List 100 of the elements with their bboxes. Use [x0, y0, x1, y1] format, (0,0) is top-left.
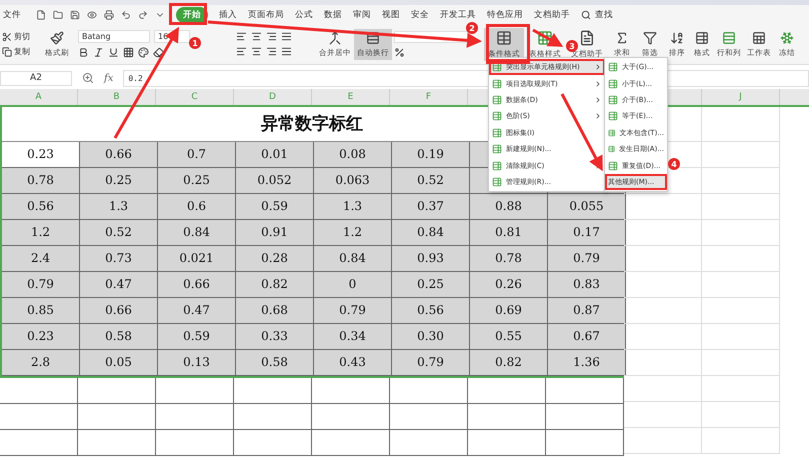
- table-cell: 0.58: [236, 350, 314, 376]
- table-cell: 0.93: [392, 246, 470, 272]
- merge-icon: [328, 30, 342, 44]
- fx-label: fx: [104, 72, 114, 84]
- table-cell: 0.25: [392, 272, 470, 298]
- menu-tab[interactable]: 文档助手: [534, 6, 570, 22]
- table-icon: [695, 30, 709, 44]
- table-cell: 1.3: [80, 194, 158, 220]
- name-box[interactable]: A2: [0, 70, 72, 86]
- sort-icon: [670, 30, 684, 44]
- filter-icon: [643, 30, 657, 44]
- menu-tab[interactable]: 审阅: [353, 6, 371, 22]
- search-button[interactable]: 查找: [595, 8, 613, 20]
- table-cell: 0.59: [158, 324, 236, 350]
- table-cell: 0.37: [392, 194, 470, 220]
- highlight-frame: [486, 24, 530, 64]
- justify-icon: [281, 31, 292, 42]
- table-cell: 0.69: [470, 298, 548, 324]
- new-file-icon: [36, 10, 46, 20]
- search-icon: [581, 10, 591, 20]
- align-left-icon: [236, 46, 247, 57]
- table-cell: 0.84: [392, 220, 470, 246]
- table-cell: 0.56: [392, 298, 470, 324]
- menu-tab[interactable]: 公式: [295, 6, 313, 22]
- table-cell: 0.08: [314, 142, 392, 168]
- table-cell: 0.91: [236, 220, 314, 246]
- align-center-icon: [251, 46, 262, 57]
- font-field[interactable]: Batang: [78, 30, 150, 43]
- menu-tab[interactable]: 特色应用: [487, 6, 523, 22]
- table-cell: 0.021: [158, 246, 236, 272]
- rows-icon: [366, 30, 380, 44]
- table-cell: 0.88: [470, 194, 548, 220]
- cut-button[interactable]: 剪切: [2, 31, 30, 42]
- bold-icon: [78, 47, 89, 58]
- table-cell: 0.79: [2, 272, 80, 298]
- table-cell: 1.36: [548, 350, 626, 376]
- table-cell: 2.8: [2, 350, 80, 376]
- table-cell: 0: [314, 272, 392, 298]
- table-cell: 0.66: [158, 272, 236, 298]
- table-cell: 2.4: [2, 246, 80, 272]
- table-cell: 0.13: [158, 350, 236, 376]
- table-cell: 0.78: [2, 168, 80, 194]
- table-cell: 0.063: [314, 168, 392, 194]
- table-cell: 0.17: [548, 220, 626, 246]
- table-cell: 0.79: [548, 246, 626, 272]
- table-cell: 0.34: [314, 324, 392, 350]
- file-menu[interactable]: 文件: [3, 8, 21, 20]
- table-cell: 0.25: [80, 168, 158, 194]
- align-right-icon: [266, 46, 277, 57]
- table-cell: 0.56: [2, 194, 80, 220]
- zoom-icon: [82, 72, 94, 84]
- menu-tab[interactable]: 安全: [411, 6, 429, 22]
- copy-icon: [2, 46, 12, 56]
- highlight-frame: [169, 3, 207, 25]
- table-cell: 0.87: [548, 298, 626, 324]
- palette-icon: [138, 47, 149, 58]
- italic-icon: [93, 47, 104, 58]
- table-cell: 0.67: [548, 324, 626, 350]
- table-cell: 0.33: [236, 324, 314, 350]
- folder-icon: [53, 10, 63, 20]
- grid-icon: [537, 30, 553, 46]
- table-cell: 0.84: [314, 246, 392, 272]
- table-cell: 0.25: [158, 168, 236, 194]
- table-cell: 0.83: [548, 272, 626, 298]
- brush-icon: [50, 30, 64, 44]
- table-cell: 0.59: [236, 194, 314, 220]
- step-badge: 4: [668, 158, 680, 170]
- scissors-icon: [2, 32, 12, 42]
- menu-tab[interactable]: 插入: [219, 6, 237, 22]
- copy-button[interactable]: 复制: [2, 46, 30, 57]
- menu-tab[interactable]: 页面布局: [248, 6, 284, 22]
- table-cell: 0.01: [236, 142, 314, 168]
- table-cell: 1.2: [314, 220, 392, 246]
- table-cell: 0.23: [2, 324, 80, 350]
- table-cell: 0.43: [314, 350, 392, 376]
- table-cell: 0.79: [392, 350, 470, 376]
- table-cell: 0.55: [470, 324, 548, 350]
- table-cell: 0.05: [80, 350, 158, 376]
- table-cell: 0.47: [80, 272, 158, 298]
- table-cell: 1.3: [314, 194, 392, 220]
- annotation-arrow: [532, 28, 564, 47]
- table-cell: 0.73: [80, 246, 158, 272]
- eraser-icon: [153, 47, 164, 58]
- snowflake-icon: [780, 30, 794, 44]
- table-cell: 0.82: [236, 272, 314, 298]
- justify-icon: [281, 46, 292, 57]
- sum-icon: [615, 30, 629, 44]
- table-cell: 0.26: [470, 272, 548, 298]
- rows-icon: [722, 30, 736, 44]
- percent-icon: [394, 46, 405, 58]
- border-icon: [123, 47, 134, 58]
- table-cell: 0.47: [158, 298, 236, 324]
- menu-tab[interactable]: 开发工具: [440, 6, 476, 22]
- align-left-icon: [236, 31, 247, 42]
- table-cell: 0.055: [548, 194, 626, 220]
- table-cell: 0.28: [236, 246, 314, 272]
- menu-tab[interactable]: 数据: [324, 6, 342, 22]
- table-cell: 0.52: [80, 220, 158, 246]
- menu-tab[interactable]: 视图: [382, 6, 400, 22]
- document-icon: [579, 30, 595, 46]
